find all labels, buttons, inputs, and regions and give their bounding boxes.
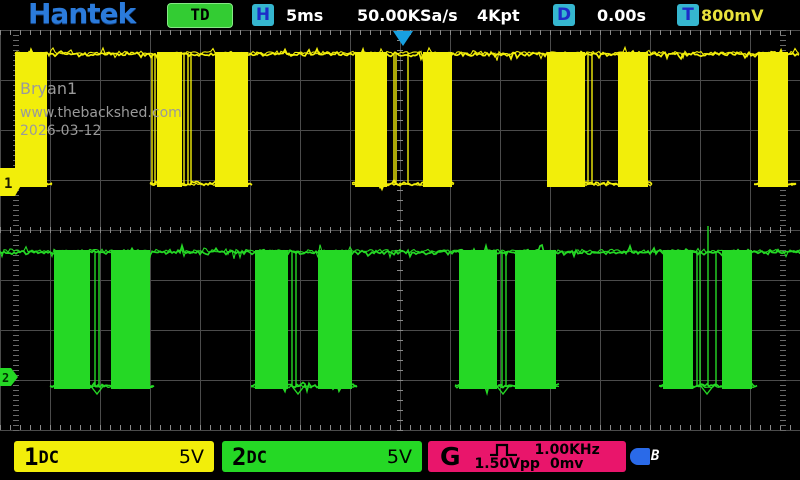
ch1-scale: 5V bbox=[179, 446, 204, 468]
timebase-value[interactable]: 5ms bbox=[286, 6, 323, 25]
watermark-overlay: Bryan1 www.thebackshed.com 2026-03-12 bbox=[20, 80, 182, 139]
sample-rate-value: 50.00KSa/s bbox=[357, 6, 458, 25]
square-wave-icon bbox=[489, 443, 519, 456]
trigger-status-button[interactable]: TD bbox=[167, 3, 233, 28]
ch1-number: 1 bbox=[24, 443, 38, 471]
ch1-settings-badge[interactable]: 1 DC 5V bbox=[14, 441, 214, 472]
ch2-position-marker[interactable]: 2 bbox=[0, 367, 20, 387]
bottom-status-bar: 1 DC 5V 2 DC 5V G 1.00KHz 1.50Vpp 0mv bbox=[0, 432, 800, 480]
generator-frequency: 1.00KHz bbox=[535, 443, 600, 457]
top-status-bar: Hantek TD H 5ms 50.00KSa/s 4Kpt D 0.00s … bbox=[0, 0, 800, 30]
horizontal-offset-value[interactable]: 0.00s bbox=[597, 6, 646, 25]
oscilloscope-screen: Hantek TD H 5ms 50.00KSa/s 4Kpt D 0.00s … bbox=[0, 0, 800, 480]
svg-text:1: 1 bbox=[4, 176, 12, 192]
generator-settings-badge[interactable]: G 1.00KHz 1.50Vpp 0mv bbox=[428, 441, 626, 472]
trigger-position-marker[interactable] bbox=[392, 31, 414, 47]
generator-offset: 0mv bbox=[550, 457, 583, 471]
ch2-coupling: DC bbox=[246, 448, 266, 468]
svg-text:2: 2 bbox=[2, 371, 9, 385]
trigger-level-value[interactable]: 800mV bbox=[701, 6, 763, 25]
delay-menu-icon[interactable]: D bbox=[553, 4, 575, 26]
usb-device-icon bbox=[630, 448, 650, 465]
ch1-coupling: DC bbox=[38, 448, 58, 468]
waveform-display bbox=[0, 0, 800, 480]
generator-amplitude: 1.50Vpp bbox=[475, 457, 540, 471]
watermark-username: Bryan1 bbox=[20, 80, 182, 98]
ch1-position-marker[interactable]: 1 bbox=[0, 167, 24, 197]
ch2-number: 2 bbox=[232, 443, 246, 471]
ch2-scale: 5V bbox=[387, 446, 412, 468]
watermark-date: 2026-03-12 bbox=[20, 124, 182, 139]
usb-device-letter: B bbox=[651, 448, 659, 464]
generator-label: G bbox=[440, 442, 461, 471]
trigger-menu-icon[interactable]: T bbox=[677, 4, 699, 26]
brand-logo: Hantek bbox=[28, 0, 135, 30]
watermark-url: www.thebackshed.com bbox=[20, 106, 182, 121]
horizontal-menu-icon[interactable]: H bbox=[252, 4, 274, 26]
ch2-settings-badge[interactable]: 2 DC 5V bbox=[222, 441, 422, 472]
memory-depth-value: 4Kpt bbox=[477, 6, 520, 25]
